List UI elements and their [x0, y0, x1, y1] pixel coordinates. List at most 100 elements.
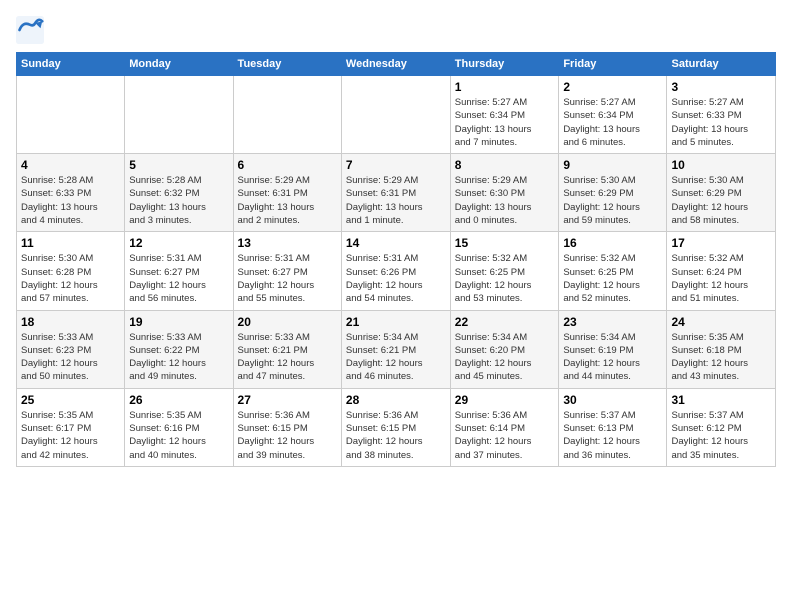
day-info: Sunrise: 5:32 AM Sunset: 6:25 PM Dayligh… [563, 252, 662, 305]
day-info: Sunrise: 5:36 AM Sunset: 6:14 PM Dayligh… [455, 409, 555, 462]
day-number: 28 [346, 393, 446, 407]
day-info: Sunrise: 5:30 AM Sunset: 6:29 PM Dayligh… [563, 174, 662, 227]
week-row-3: 11 Sunrise: 5:30 AM Sunset: 6:28 PM Dayli… [17, 232, 776, 310]
day-number: 17 [671, 236, 771, 250]
day-info: Sunrise: 5:29 AM Sunset: 6:30 PM Dayligh… [455, 174, 555, 227]
day-number: 13 [238, 236, 337, 250]
calendar-table: SundayMondayTuesdayWednesdayThursdayFrid… [16, 52, 776, 467]
column-header-sunday: Sunday [17, 53, 125, 76]
day-number: 18 [21, 315, 120, 329]
day-number: 25 [21, 393, 120, 407]
day-info: Sunrise: 5:27 AM Sunset: 6:33 PM Dayligh… [671, 96, 771, 149]
day-cell: 27 Sunrise: 5:36 AM Sunset: 6:15 PM Dayli… [233, 388, 341, 466]
day-cell: 13 Sunrise: 5:31 AM Sunset: 6:27 PM Dayli… [233, 232, 341, 310]
week-row-5: 25 Sunrise: 5:35 AM Sunset: 6:17 PM Dayli… [17, 388, 776, 466]
day-info: Sunrise: 5:28 AM Sunset: 6:32 PM Dayligh… [129, 174, 228, 227]
day-number: 8 [455, 158, 555, 172]
day-number: 12 [129, 236, 228, 250]
logo-icon [16, 16, 44, 44]
day-number: 1 [455, 80, 555, 94]
day-cell: 2 Sunrise: 5:27 AM Sunset: 6:34 PM Daylig… [559, 76, 667, 154]
day-info: Sunrise: 5:35 AM Sunset: 6:17 PM Dayligh… [21, 409, 120, 462]
day-cell: 23Sunrise: 5:34 AM Sunset: 6:19 PM Dayli… [559, 310, 667, 388]
day-cell: 24 Sunrise: 5:35 AM Sunset: 6:18 PM Dayli… [667, 310, 776, 388]
day-number: 6 [238, 158, 337, 172]
day-cell: 14 Sunrise: 5:31 AM Sunset: 6:26 PM Dayli… [341, 232, 450, 310]
day-number: 5 [129, 158, 228, 172]
week-row-1: 1 Sunrise: 5:27 AM Sunset: 6:34 PM Daylig… [17, 76, 776, 154]
day-cell: 3 Sunrise: 5:27 AM Sunset: 6:33 PM Daylig… [667, 76, 776, 154]
column-header-wednesday: Wednesday [341, 53, 450, 76]
day-cell: 29 Sunrise: 5:36 AM Sunset: 6:14 PM Dayli… [450, 388, 559, 466]
day-info: Sunrise: 5:29 AM Sunset: 6:31 PM Dayligh… [238, 174, 337, 227]
day-cell: 18 Sunrise: 5:33 AM Sunset: 6:23 PM Dayli… [17, 310, 125, 388]
day-info: Sunrise: 5:36 AM Sunset: 6:15 PM Dayligh… [238, 409, 337, 462]
day-cell [233, 76, 341, 154]
day-info: Sunrise: 5:30 AM Sunset: 6:29 PM Dayligh… [671, 174, 771, 227]
day-info: Sunrise: 5:35 AM Sunset: 6:16 PM Dayligh… [129, 409, 228, 462]
day-cell: 1 Sunrise: 5:27 AM Sunset: 6:34 PM Daylig… [450, 76, 559, 154]
day-info: Sunrise: 5:28 AM Sunset: 6:33 PM Dayligh… [21, 174, 120, 227]
day-info: Sunrise: 5:34 AM Sunset: 6:20 PM Dayligh… [455, 331, 555, 384]
day-info: Sunrise: 5:33 AM Sunset: 6:22 PM Dayligh… [129, 331, 228, 384]
day-number: 7 [346, 158, 446, 172]
day-info: Sunrise: 5:31 AM Sunset: 6:26 PM Dayligh… [346, 252, 446, 305]
column-header-saturday: Saturday [667, 53, 776, 76]
day-cell: 31 Sunrise: 5:37 AM Sunset: 6:12 PM Dayli… [667, 388, 776, 466]
day-info: Sunrise: 5:36 AM Sunset: 6:15 PM Dayligh… [346, 409, 446, 462]
day-cell: 28 Sunrise: 5:36 AM Sunset: 6:15 PM Dayli… [341, 388, 450, 466]
day-cell: 16Sunrise: 5:32 AM Sunset: 6:25 PM Dayli… [559, 232, 667, 310]
day-cell: 10 Sunrise: 5:30 AM Sunset: 6:29 PM Dayli… [667, 154, 776, 232]
day-info: Sunrise: 5:29 AM Sunset: 6:31 PM Dayligh… [346, 174, 446, 227]
day-cell: 25 Sunrise: 5:35 AM Sunset: 6:17 PM Dayli… [17, 388, 125, 466]
day-cell: 11 Sunrise: 5:30 AM Sunset: 6:28 PM Dayli… [17, 232, 125, 310]
day-info: Sunrise: 5:34 AM Sunset: 6:21 PM Dayligh… [346, 331, 446, 384]
day-number: 29 [455, 393, 555, 407]
day-info: Sunrise: 5:32 AM Sunset: 6:25 PM Dayligh… [455, 252, 555, 305]
logo [16, 16, 48, 44]
day-cell: 20Sunrise: 5:33 AM Sunset: 6:21 PM Dayli… [233, 310, 341, 388]
day-number: 9 [563, 158, 662, 172]
day-number: 20 [238, 315, 337, 329]
column-header-friday: Friday [559, 53, 667, 76]
day-info: Sunrise: 5:37 AM Sunset: 6:12 PM Dayligh… [671, 409, 771, 462]
day-info: Sunrise: 5:27 AM Sunset: 6:34 PM Dayligh… [455, 96, 555, 149]
day-cell: 22 Sunrise: 5:34 AM Sunset: 6:20 PM Dayli… [450, 310, 559, 388]
day-info: Sunrise: 5:32 AM Sunset: 6:24 PM Dayligh… [671, 252, 771, 305]
column-header-thursday: Thursday [450, 53, 559, 76]
column-header-tuesday: Tuesday [233, 53, 341, 76]
day-number: 2 [563, 80, 662, 94]
day-number: 3 [671, 80, 771, 94]
page-header [16, 16, 776, 44]
day-number: 30 [563, 393, 662, 407]
day-cell: 26Sunrise: 5:35 AM Sunset: 6:16 PM Dayli… [125, 388, 233, 466]
header-row: SundayMondayTuesdayWednesdayThursdayFrid… [17, 53, 776, 76]
day-cell: 19 Sunrise: 5:33 AM Sunset: 6:22 PM Dayli… [125, 310, 233, 388]
day-number: 22 [455, 315, 555, 329]
day-number: 10 [671, 158, 771, 172]
day-info: Sunrise: 5:35 AM Sunset: 6:18 PM Dayligh… [671, 331, 771, 384]
day-number: 14 [346, 236, 446, 250]
day-number: 4 [21, 158, 120, 172]
day-info: Sunrise: 5:27 AM Sunset: 6:34 PM Dayligh… [563, 96, 662, 149]
day-number: 15 [455, 236, 555, 250]
day-info: Sunrise: 5:31 AM Sunset: 6:27 PM Dayligh… [238, 252, 337, 305]
day-number: 21 [346, 315, 446, 329]
day-cell: 12 Sunrise: 5:31 AM Sunset: 6:27 PM Dayli… [125, 232, 233, 310]
day-number: 31 [671, 393, 771, 407]
week-row-4: 18 Sunrise: 5:33 AM Sunset: 6:23 PM Dayli… [17, 310, 776, 388]
day-cell [341, 76, 450, 154]
day-number: 27 [238, 393, 337, 407]
day-number: 19 [129, 315, 228, 329]
day-cell: 17 Sunrise: 5:32 AM Sunset: 6:24 PM Dayli… [667, 232, 776, 310]
day-cell: 7 Sunrise: 5:29 AM Sunset: 6:31 PM Daylig… [341, 154, 450, 232]
day-info: Sunrise: 5:31 AM Sunset: 6:27 PM Dayligh… [129, 252, 228, 305]
day-number: 24 [671, 315, 771, 329]
day-info: Sunrise: 5:33 AM Sunset: 6:23 PM Dayligh… [21, 331, 120, 384]
day-cell: 30Sunrise: 5:37 AM Sunset: 6:13 PM Dayli… [559, 388, 667, 466]
day-number: 11 [21, 236, 120, 250]
day-cell: 8 Sunrise: 5:29 AM Sunset: 6:30 PM Daylig… [450, 154, 559, 232]
day-cell: 5 Sunrise: 5:28 AM Sunset: 6:32 PM Daylig… [125, 154, 233, 232]
day-info: Sunrise: 5:30 AM Sunset: 6:28 PM Dayligh… [21, 252, 120, 305]
day-cell: 15 Sunrise: 5:32 AM Sunset: 6:25 PM Dayli… [450, 232, 559, 310]
